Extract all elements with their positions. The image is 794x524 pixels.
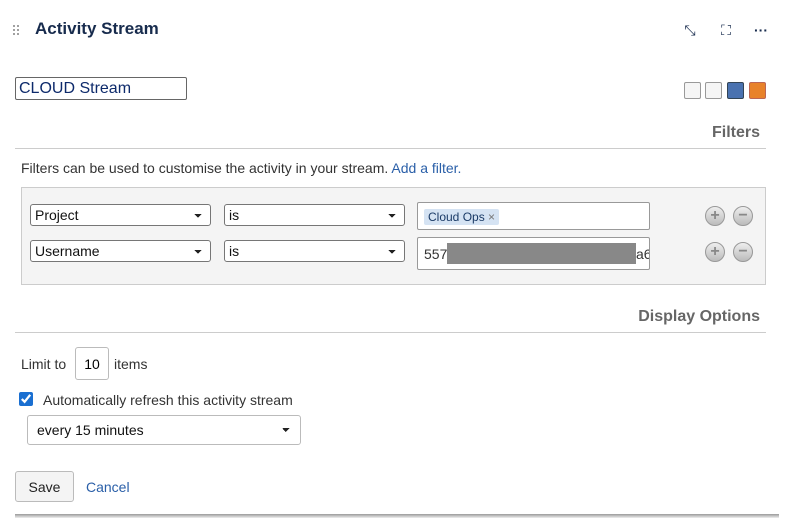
- items-label: items: [114, 356, 148, 372]
- display-options-heading: Display Options: [638, 308, 760, 325]
- filter-field-select[interactable]: Project: [30, 204, 211, 226]
- add-row-icon[interactable]: +: [705, 206, 725, 226]
- remove-row-icon[interactable]: −: [733, 242, 753, 262]
- gadget-bottom-edge: [15, 514, 779, 518]
- add-filter-link[interactable]: Add a filter.: [391, 160, 461, 176]
- limit-input[interactable]: [75, 347, 109, 380]
- full-view-icon[interactable]: [684, 82, 701, 99]
- minimize-icon[interactable]: ⤡: [680, 20, 700, 40]
- filter-operator-select[interactable]: is: [224, 204, 405, 226]
- project-chip: Cloud Ops ×: [424, 209, 500, 225]
- gadget-title: Activity Stream: [35, 19, 159, 38]
- divider: [15, 332, 766, 333]
- remove-row-icon[interactable]: −: [733, 206, 753, 226]
- filter-field-select[interactable]: Username: [30, 240, 211, 262]
- save-button[interactable]: Save: [15, 471, 74, 502]
- filter-icon[interactable]: [727, 82, 744, 99]
- list-view-icon[interactable]: [705, 82, 722, 99]
- cancel-link[interactable]: Cancel: [86, 479, 130, 495]
- redaction-bar: [447, 243, 636, 264]
- filters-heading: Filters: [711, 124, 760, 141]
- stream-name-input[interactable]: [15, 77, 187, 100]
- more-icon[interactable]: ···: [751, 20, 771, 40]
- project-value-input[interactable]: Cloud Ops ×: [417, 202, 650, 230]
- username-value-input[interactable]: 557 a6: [417, 237, 650, 270]
- fullscreen-icon[interactable]: ⛶: [716, 20, 736, 40]
- filter-operator-select[interactable]: is: [224, 240, 405, 262]
- limit-label: Limit to: [21, 356, 67, 372]
- auto-refresh-label: Automatically refresh this activity stre…: [43, 392, 293, 408]
- divider: [15, 148, 766, 149]
- refresh-interval-select[interactable]: every 15 minutes: [27, 415, 301, 445]
- filters-help: Filters can be used to customise the act…: [21, 160, 462, 176]
- rss-icon[interactable]: [749, 82, 766, 99]
- chip-remove-icon[interactable]: ×: [488, 210, 495, 224]
- add-row-icon[interactable]: +: [705, 242, 725, 262]
- filter-box: [21, 187, 766, 285]
- auto-refresh-checkbox[interactable]: [19, 392, 33, 406]
- drag-handle-icon[interactable]: [12, 24, 20, 36]
